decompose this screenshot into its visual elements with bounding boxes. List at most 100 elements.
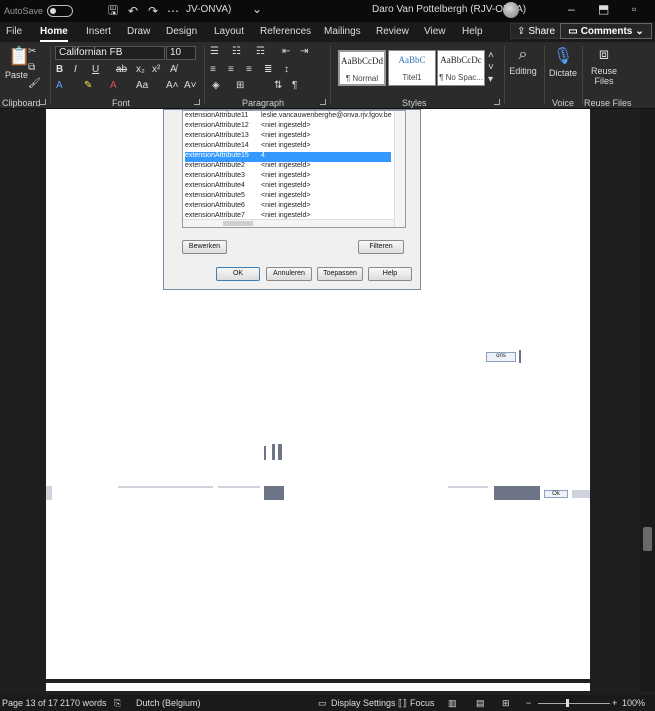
editing-button[interactable]: ⌕ Editing <box>503 46 543 76</box>
proofing-icon[interactable]: ⎘ <box>114 698 121 709</box>
share-label: Share <box>528 25 556 37</box>
align-left-icon[interactable]: ≡ <box>210 64 216 75</box>
scroll-thumb[interactable] <box>643 527 652 551</box>
underline-icon[interactable]: U <box>92 64 99 75</box>
borders-icon[interactable]: ⊞ <box>236 80 244 91</box>
save-icon[interactable]: 🖫 <box>103 1 123 22</box>
next-page[interactable] <box>46 683 590 691</box>
style-normal[interactable]: AaBbCcDd ¶ Normal <box>338 50 386 86</box>
read-mode-icon[interactable]: ▥ <box>448 698 457 709</box>
styles-scroll-up-icon[interactable]: ˄ <box>488 50 494 61</box>
autosave-toggle[interactable] <box>47 5 74 17</box>
clear-formatting-icon[interactable]: A̸ <box>170 64 177 75</box>
tab-draw[interactable]: Draw <box>127 26 150 37</box>
dictate-button[interactable]: 🎙 Dictate <box>543 46 583 78</box>
list-item: extensionAttribute6 <niet ingesteld> <box>185 202 391 212</box>
bullets-icon[interactable]: ☰ <box>210 46 219 57</box>
zoom-slider-handle[interactable] <box>566 699 569 707</box>
attribute-name: extensionAttribute7 <box>185 212 245 219</box>
minimize-icon[interactable]: – <box>568 2 575 16</box>
attribute-name: extensionAttribute11 <box>185 112 249 119</box>
language-status[interactable]: Dutch (Belgium) <box>136 698 201 708</box>
align-right-icon[interactable]: ≡ <box>246 64 252 75</box>
numbering-icon[interactable]: ☷ <box>232 46 241 57</box>
word-count[interactable]: 2170 words <box>60 698 107 708</box>
tab-help[interactable]: Help <box>462 26 483 37</box>
font-color-icon[interactable]: A <box>110 80 117 91</box>
align-center-icon[interactable]: ≡ <box>228 64 234 75</box>
copy-icon[interactable]: ⧉ <box>28 62 35 73</box>
reuse-files-button[interactable]: ⧈ Reuse Files <box>584 46 624 86</box>
attribute-value: <niet ingesteld> <box>261 212 311 219</box>
styles-more-icon[interactable]: ▾ <box>488 74 493 85</box>
style-sample: AaBbCcDd <box>341 56 383 66</box>
shading-icon[interactable]: ◈ <box>212 80 220 91</box>
display-settings-icon[interactable]: ▭ <box>318 698 327 709</box>
highlight-icon[interactable]: ✎ <box>84 80 92 91</box>
shrink-font-icon[interactable]: A˅ <box>184 80 197 91</box>
tab-references[interactable]: References <box>260 26 311 37</box>
tab-design[interactable]: Design <box>166 26 197 37</box>
undo-icon[interactable]: ↶ <box>123 4 143 18</box>
bold-icon[interactable]: B <box>56 64 63 75</box>
share-button[interactable]: ⇪ Share <box>510 23 563 39</box>
italic-icon[interactable]: I <box>74 64 77 75</box>
clipboard-launcher-icon[interactable] <box>40 99 46 105</box>
zoom-in-icon[interactable]: + <box>612 698 617 708</box>
style-no-spacing[interactable]: AaBbCcDc ¶ No Spac... <box>437 50 485 86</box>
tab-file[interactable]: File <box>6 26 22 37</box>
font-size-select[interactable]: 10 <box>166 46 196 60</box>
zoom-out-icon[interactable]: − <box>526 698 531 708</box>
justify-icon[interactable]: ≣ <box>264 64 272 75</box>
change-case-icon[interactable]: Aa <box>136 80 148 91</box>
divider <box>330 46 331 104</box>
tab-insert[interactable]: Insert <box>86 26 111 37</box>
decrease-indent-icon[interactable]: ⇤ <box>282 46 290 57</box>
paste-label[interactable]: Paste <box>5 70 28 80</box>
zoom-level[interactable]: 100% <box>622 698 645 708</box>
tab-home[interactable]: Home <box>40 26 68 37</box>
paragraph-launcher-icon[interactable] <box>320 99 326 105</box>
print-layout-icon[interactable]: ▤ <box>476 698 485 709</box>
web-layout-icon[interactable]: ⊞ <box>502 698 510 709</box>
text-effects-icon[interactable]: A <box>56 80 63 91</box>
list-item: extensionAttribute5 <niet ingesteld> <box>185 192 391 202</box>
close-window-icon[interactable]: ▫ <box>632 2 636 16</box>
page-count[interactable]: Page 13 of 17 <box>2 698 58 708</box>
styles-launcher-icon[interactable] <box>494 99 500 105</box>
tab-review[interactable]: Review <box>376 26 409 37</box>
grow-font-icon[interactable]: A˄ <box>166 80 179 91</box>
strikethrough-icon[interactable]: ab <box>116 64 127 75</box>
style-titel1[interactable]: AaBbC Titel1 <box>388 50 436 86</box>
cut-icon[interactable]: ✂ <box>28 46 36 57</box>
avatar[interactable] <box>503 2 519 18</box>
font-launcher-icon[interactable] <box>194 99 200 105</box>
redo-icon[interactable]: ↷ <box>143 4 163 18</box>
format-painter-icon[interactable]: 🖌 <box>28 78 41 89</box>
tab-mailings[interactable]: Mailings <box>324 26 361 37</box>
styles-scroll-down-icon[interactable]: ˅ <box>488 62 494 73</box>
multilevel-list-icon[interactable]: ☶ <box>256 46 265 57</box>
cancel-button: Annuleren <box>266 267 312 281</box>
tab-view[interactable]: View <box>424 26 446 37</box>
increase-indent-icon[interactable]: ⇥ <box>300 46 308 57</box>
tab-layout[interactable]: Layout <box>214 26 244 37</box>
focus-button[interactable]: Focus <box>410 698 435 708</box>
font-name-select[interactable]: Californian FB <box>55 46 165 60</box>
focus-icon[interactable]: ⟦⟧ <box>398 698 407 709</box>
more-commands-icon[interactable]: ⋯ <box>163 4 183 18</box>
line-spacing-icon[interactable]: ↕ <box>284 64 289 75</box>
title-chevron-icon[interactable]: ⌄ <box>252 2 262 16</box>
superscript-icon[interactable]: x² <box>152 64 160 75</box>
display-settings-button[interactable]: Display Settings <box>331 698 396 708</box>
zoom-slider[interactable] <box>538 703 610 704</box>
comments-button[interactable]: ▭ Comments ⌄ <box>560 23 652 39</box>
subscript-icon[interactable]: x₂ <box>136 64 145 75</box>
ribbon-display-icon[interactable]: ⬒ <box>598 2 609 16</box>
show-formatting-icon[interactable]: ¶ <box>292 80 297 91</box>
list-horizontal-scrollbar <box>183 219 394 227</box>
sort-icon[interactable]: ⇅ <box>274 80 282 91</box>
image-fragment <box>264 446 266 460</box>
vertical-scrollbar[interactable] <box>640 109 655 691</box>
image-fragment-button: Ok <box>544 490 568 498</box>
